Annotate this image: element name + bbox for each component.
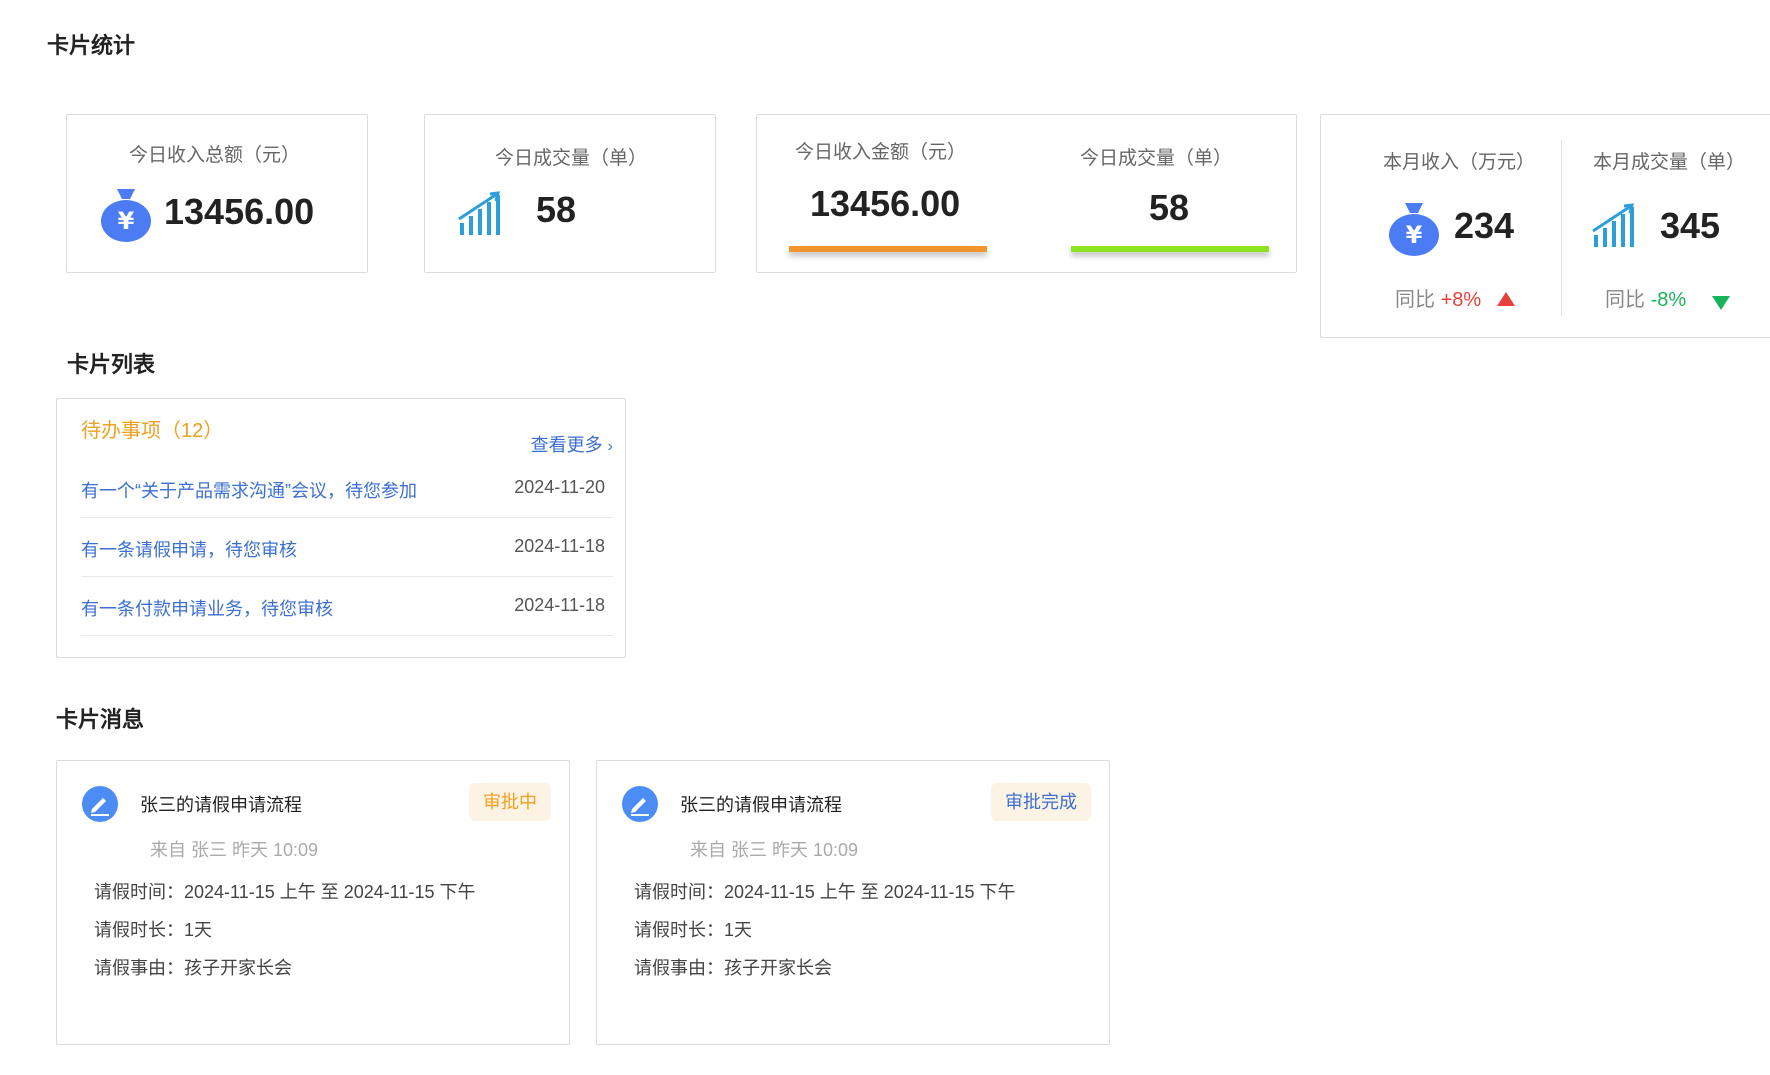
message-from: 来自 张三 昨天 10:09 <box>150 840 319 860</box>
orders-underline-bar <box>1071 246 1269 252</box>
stat-card-today-income-total: 今日收入总额（元） ¥ 13456.00 <box>66 114 368 273</box>
list-section-title: 卡片列表 <box>67 352 156 377</box>
todo-header: 待办事项（12） <box>81 420 224 442</box>
divider <box>1561 140 1562 316</box>
message-from: 来自 张三 昨天 10:09 <box>690 840 859 860</box>
arrow-up-icon <box>1496 292 1515 306</box>
stat-card-today-orders: 今日成交量（单） 58 <box>424 114 716 273</box>
stat-label: 今日成交量（单） <box>495 148 648 169</box>
leave-reason: 请假事由：孩子开家长会 <box>94 958 292 978</box>
leave-time: 请假时间：2024-11-15 上午 至 2024-11-15 下午 <box>94 882 476 902</box>
stat-label: 今日成交量（单） <box>1080 148 1233 169</box>
stat-value: 234 <box>1454 205 1515 246</box>
stat-label: 今日收入总额（元） <box>129 145 301 166</box>
chevron-right-icon: › <box>607 438 613 455</box>
arrow-down-icon <box>1711 296 1730 310</box>
svg-text:¥: ¥ <box>118 207 135 235</box>
todo-item-date: 2024-11-20 <box>514 477 605 497</box>
trend-label: 同比 <box>1395 289 1435 311</box>
stat-value: 13456.00 <box>810 183 961 224</box>
trend-value: +8% <box>1440 289 1482 311</box>
stat-card-today-income-orders: 今日收入金额（元） 13456.00 今日成交量（单） 58 <box>756 114 1297 273</box>
stats-section-title: 卡片统计 <box>47 33 136 58</box>
view-more-label: 查看更多 <box>530 435 603 455</box>
income-underline-bar <box>789 246 987 252</box>
stat-value: 58 <box>1149 187 1190 228</box>
trend-yoy: 同比 -8% <box>1605 283 1730 312</box>
todo-list-item[interactable]: 有一条付款申请业务，待您审核 2024-11-18 <box>81 577 613 636</box>
todo-item-date: 2024-11-18 <box>514 595 605 615</box>
status-badge: 审批中 <box>469 783 551 821</box>
stat-value: 58 <box>536 189 577 230</box>
status-badge: 审批完成 <box>991 783 1091 821</box>
leave-duration: 请假时长：1天 <box>634 920 753 940</box>
leave-duration: 请假时长：1天 <box>94 920 213 940</box>
edit-form-icon <box>622 786 658 822</box>
trend-yoy: 同比 +8% <box>1395 283 1515 312</box>
todo-card: 待办事项（12） 查看更多 › 有一个“关于产品需求沟通”会议，待您参加 202… <box>56 398 626 658</box>
leave-reason: 请假事由：孩子开家长会 <box>634 958 832 978</box>
leave-time: 请假时间：2024-11-15 上午 至 2024-11-15 下午 <box>634 882 1016 902</box>
money-bag-icon: ¥ <box>1389 203 1439 256</box>
trend-label: 同比 <box>1605 289 1645 311</box>
message-section-title: 卡片消息 <box>56 707 145 732</box>
message-title: 张三的请假申请流程 <box>140 795 302 815</box>
stat-label: 今日收入金额（元） <box>795 142 967 163</box>
trend-value: -8% <box>1650 289 1687 311</box>
todo-list-item[interactable]: 有一条请假申请，待您审核 2024-11-18 <box>81 518 613 577</box>
stat-card-monthly: 本月收入（万元） ¥ 234 同比 +8% 本月成交量（单） 345 同比 -8… <box>1320 114 1770 338</box>
todo-item-text[interactable]: 有一条请假申请，待您审核 <box>81 536 297 562</box>
bar-chart-icon <box>1592 203 1634 247</box>
stat-value: 13456.00 <box>164 191 315 232</box>
todo-item-date: 2024-11-18 <box>514 536 605 556</box>
message-title: 张三的请假申请流程 <box>680 795 842 815</box>
stat-label: 本月收入（万元） <box>1383 152 1536 173</box>
todo-list-item[interactable]: 有一个“关于产品需求沟通”会议，待您参加 2024-11-20 <box>81 459 613 518</box>
money-bag-icon: ¥ <box>101 189 151 242</box>
stat-value: 345 <box>1660 205 1721 246</box>
todo-item-text[interactable]: 有一个“关于产品需求沟通”会议，待您参加 <box>81 477 417 503</box>
edit-form-icon <box>82 786 118 822</box>
message-card[interactable]: 张三的请假申请流程 审批完成 来自 张三 昨天 10:09 请假时间：2024-… <box>596 760 1110 1045</box>
stat-label: 本月成交量（单） <box>1593 152 1746 173</box>
message-card[interactable]: 张三的请假申请流程 审批中 来自 张三 昨天 10:09 请假时间：2024-1… <box>56 760 570 1045</box>
view-more-link[interactable]: 查看更多 › <box>531 431 613 457</box>
bar-chart-icon <box>458 191 500 235</box>
svg-text:¥: ¥ <box>1406 221 1423 249</box>
todo-item-text[interactable]: 有一条付款申请业务，待您审核 <box>81 595 333 621</box>
